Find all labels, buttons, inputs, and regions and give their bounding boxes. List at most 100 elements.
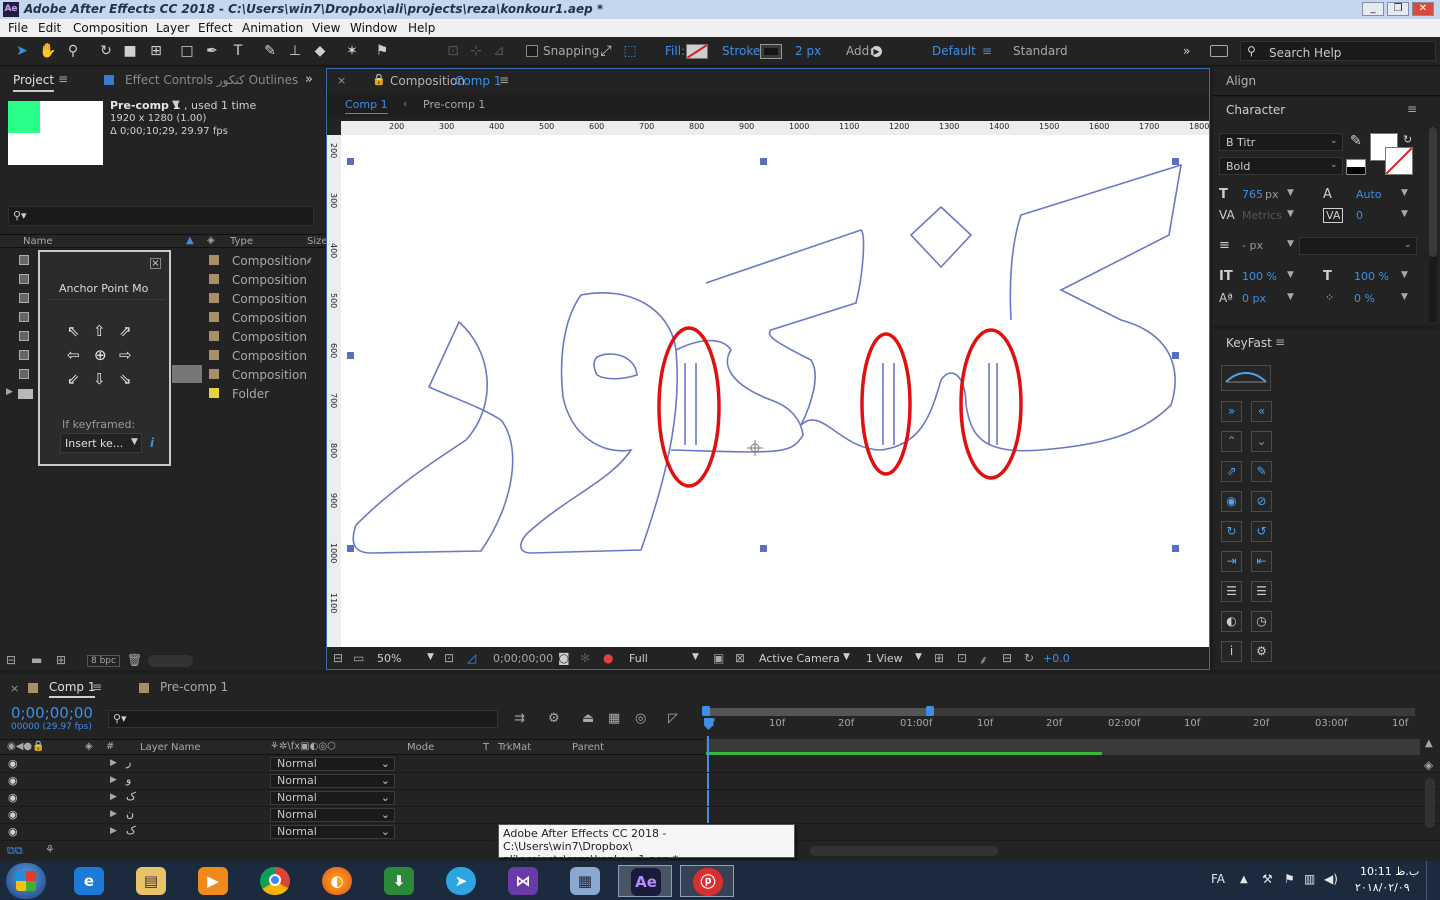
project-search-input[interactable]: ⚲▾ — [8, 206, 314, 226]
rotate-tool-icon[interactable]: ↻ — [96, 41, 116, 61]
mirror-icon[interactable]: ◐ — [1221, 611, 1242, 632]
character-title[interactable]: Character — [1226, 103, 1285, 117]
center-anchor-icon[interactable]: ⊕ — [94, 346, 107, 364]
rectangle-tool-icon[interactable]: □ — [177, 41, 197, 61]
align-right-icon[interactable]: ☰ — [1251, 581, 1272, 602]
work-area-bar[interactable] — [704, 708, 1415, 716]
calculator-icon[interactable]: ▦ — [558, 865, 612, 897]
font-style-dropdown[interactable]: Bold ⌄ — [1219, 157, 1343, 175]
swap-colors-icon[interactable]: ↻ — [1403, 133, 1412, 146]
tab-precomp1[interactable]: Pre-comp 1 — [160, 680, 228, 694]
media-player-icon[interactable]: ▶ — [186, 865, 240, 897]
shift-right-icon[interactable]: ⇥ — [1221, 551, 1242, 572]
chevron-down-icon[interactable]: ▼ — [915, 652, 922, 662]
eyedropper-icon[interactable]: ✎ — [1350, 133, 1362, 149]
panel-overflow-icon[interactable]: » — [305, 72, 313, 87]
default-colors-icon[interactable] — [1346, 159, 1366, 175]
timeline-vertical-scroll[interactable]: ▲ ◈ — [1422, 738, 1438, 842]
volume-icon[interactable]: ◀) — [1324, 872, 1338, 886]
flowchart-icon[interactable]: ⸙ — [979, 651, 988, 668]
blend-mode-dropdown[interactable]: Normal ⌄ — [270, 825, 395, 839]
composition-tab-comp[interactable]: Comp 1 — [455, 74, 501, 88]
telegram-icon[interactable]: ➤ — [434, 865, 488, 897]
menu-animation[interactable]: Animation — [242, 21, 303, 35]
after-effects-icon[interactable]: Ae — [618, 865, 672, 897]
arrow-left-icon[interactable]: ⇦ — [67, 346, 80, 364]
label-color-swatch[interactable] — [209, 312, 219, 322]
search-help-box[interactable]: ⚲ Search Help — [1240, 41, 1436, 61]
timeline-search-input[interactable]: ⚲▾ — [108, 710, 498, 728]
type-tool-icon[interactable]: T — [228, 41, 248, 61]
fast-preview-icon[interactable]: ▣ — [713, 651, 724, 665]
arrow-right-icon[interactable]: ⇨ — [119, 346, 132, 364]
arrow-up-icon[interactable]: ⇧ — [93, 322, 106, 340]
eye-icon[interactable]: ◉ — [8, 774, 18, 787]
layer-comp-icon[interactable]: ⊡ — [957, 651, 967, 665]
arrow-down-left-icon[interactable]: ⇙ — [67, 370, 80, 388]
pan-behind-tool-icon[interactable]: ⊞ — [146, 41, 166, 61]
eye-icon[interactable]: ◉ — [8, 757, 18, 770]
blend-mode-dropdown[interactable]: Normal ⌄ — [270, 791, 395, 805]
timeline-timecode[interactable]: 0;00;00;00 — [11, 704, 93, 722]
tab-effect-controls[interactable]: Effect Controls کنکور Outlines — [125, 73, 298, 87]
tsume-value[interactable]: 0 % — [1354, 292, 1375, 305]
zoom-tool-icon[interactable]: ⚲ — [63, 41, 83, 61]
expand-down-icon[interactable]: ⌄ — [1251, 431, 1272, 452]
always-preview-icon[interactable]: ⊟ — [333, 651, 343, 665]
stroke-type-dropdown[interactable]: ⌄ — [1299, 237, 1417, 255]
expand-triangle-icon[interactable]: ▶ — [110, 775, 117, 785]
refresh-icon[interactable]: ↻ — [1221, 521, 1242, 542]
expand-triangle-icon[interactable]: ▶ — [6, 387, 13, 397]
monitor-icon[interactable]: ▭ — [353, 651, 364, 665]
close-tab-icon[interactable]: × — [337, 74, 346, 87]
tab-comp1[interactable]: Comp 1 — [49, 680, 96, 698]
minimize-icon[interactable]: _ — [1362, 2, 1384, 16]
chevron-down-icon[interactable]: ▼ — [1287, 209, 1294, 219]
info-icon[interactable]: i — [150, 436, 154, 450]
layer-name[interactable]: و — [126, 773, 131, 786]
exposure-icon[interactable]: ↻ — [1024, 651, 1034, 665]
workspace-menu-icon[interactable]: ≡ — [982, 44, 992, 58]
expand-triangle-icon[interactable]: ▶ — [110, 809, 117, 819]
layer-row[interactable]: ◉ ▶ ر Normal ⌄ — [0, 756, 1440, 773]
eraser-tool-icon[interactable]: ◆ — [310, 41, 330, 61]
align-left-icon[interactable]: ☰ — [1221, 581, 1242, 602]
horizontal-scale-value[interactable]: 100 % — [1354, 270, 1389, 283]
panel-menu-icon[interactable]: ≡ — [1407, 102, 1417, 116]
zoom-out-icon[interactable]: ◈ — [1424, 758, 1433, 772]
local-axis-icon[interactable]: ⊡ — [443, 41, 463, 61]
ease-curve-button[interactable] — [1221, 365, 1271, 391]
tray-app-icon[interactable]: ⚒ — [1262, 872, 1273, 886]
menu-help[interactable]: Help — [408, 21, 435, 35]
workspace-default[interactable]: Default — [932, 44, 976, 58]
world-axis-icon[interactable]: ⊹ — [466, 41, 486, 61]
blend-mode-dropdown[interactable]: Normal ⌄ — [270, 808, 395, 822]
pen-tool-icon[interactable]: ✒ — [202, 41, 222, 61]
hand-tool-icon[interactable]: ✋ — [38, 41, 58, 61]
clone-stamp-tool-icon[interactable]: ⊥ — [285, 41, 305, 61]
action-center-icon[interactable]: ⚑ — [1284, 872, 1295, 886]
start-button[interactable] — [6, 863, 46, 899]
tracking-value[interactable]: 0 — [1356, 209, 1363, 222]
chevron-down-icon[interactable]: ▼ — [1401, 270, 1408, 280]
workspace-sync-icon[interactable] — [1210, 45, 1228, 57]
channels-icon[interactable]: ● — [603, 651, 613, 665]
label-color-swatch[interactable] — [209, 388, 219, 398]
font-family-dropdown[interactable]: B Titr ⌄ — [1219, 133, 1343, 151]
chrome-icon[interactable] — [248, 865, 302, 897]
label-color-swatch[interactable] — [209, 331, 219, 341]
col-mode[interactable]: Mode — [407, 742, 434, 753]
baseline-shift-value[interactable]: 0 px — [1242, 292, 1266, 305]
edit-icon[interactable]: ✎ — [1251, 461, 1272, 482]
work-area-start-handle[interactable] — [702, 706, 710, 716]
new-composition-icon[interactable]: ⊞ — [56, 653, 66, 667]
breadcrumb-precomp[interactable]: Pre-comp 1 — [423, 98, 485, 111]
layer-name[interactable]: ر — [126, 756, 131, 769]
col-t[interactable]: T — [483, 742, 489, 753]
zoom-value[interactable]: 50% — [377, 652, 401, 665]
vertical-scale-value[interactable]: 100 % — [1242, 270, 1277, 283]
add-property-icon[interactable]: ▶ — [871, 46, 882, 57]
settings-gear-icon[interactable]: ⚙ — [1251, 641, 1272, 662]
language-indicator[interactable]: FA — [1211, 872, 1225, 886]
chevron-down-icon[interactable]: ▼ — [1287, 188, 1294, 198]
